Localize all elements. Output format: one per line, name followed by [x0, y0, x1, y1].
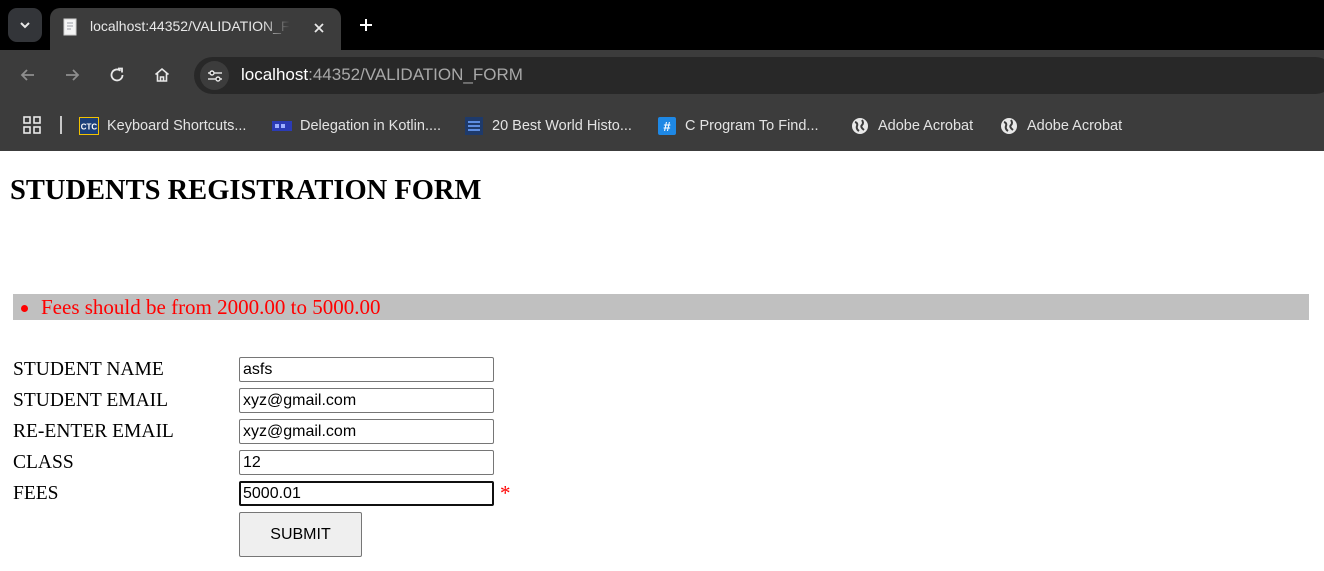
hash-icon: #	[657, 116, 677, 136]
apps-grid-icon[interactable]	[22, 115, 42, 135]
bookmark-label: 20 Best World Histo...	[492, 118, 632, 134]
bookmark-item[interactable]: Delegation in Kotlin....	[272, 114, 441, 138]
plus-icon	[360, 19, 372, 31]
bookmark-item[interactable]: # C Program To Find...	[657, 114, 819, 138]
submit-button[interactable]: SUBMIT	[239, 512, 362, 557]
bookmark-item[interactable]: Adobe Acrobat	[850, 114, 973, 138]
bookmark-item[interactable]: Adobe Acrobat	[999, 114, 1122, 138]
browser-tab-strip: localhost:44352/VALIDATION_FORM	[0, 0, 1324, 50]
url-path: :44352/VALIDATION_FORM	[308, 65, 523, 84]
bookmark-label: C Program To Find...	[685, 118, 819, 134]
bookmarks-divider	[60, 116, 62, 134]
site-info-button[interactable]	[200, 61, 229, 90]
browser-toolbar: localhost:44352/VALIDATION_FORM	[0, 50, 1324, 100]
tune-icon	[207, 69, 222, 82]
reenter-email-input[interactable]	[239, 419, 494, 444]
arrow-left-icon	[20, 69, 34, 81]
tab-close-button[interactable]	[307, 16, 331, 40]
tab-title: localhost:44352/VALIDATION_FORM	[90, 18, 290, 34]
ctc-icon: CTC	[79, 116, 99, 136]
class-input[interactable]	[239, 450, 494, 475]
close-icon	[314, 23, 324, 33]
bookmark-label: Keyboard Shortcuts...	[107, 118, 247, 134]
bookmark-label: Adobe Acrobat	[1027, 118, 1123, 134]
svg-text:CTC: CTC	[81, 123, 98, 132]
back-button[interactable]	[14, 61, 42, 89]
validation-error-item: Fees should be from 2000.00 to 5000.00	[20, 295, 381, 319]
page-title: STUDENTS REGISTRATION FORM	[10, 175, 482, 206]
svg-text:#: #	[663, 119, 671, 134]
bookmark-item[interactable]: 20 Best World Histo...	[464, 114, 632, 138]
student-email-label: STUDENT EMAIL	[13, 390, 169, 411]
tab-search-button[interactable]	[8, 8, 42, 42]
address-bar[interactable]: localhost:44352/VALIDATION_FORM	[194, 57, 1324, 94]
globe-icon	[850, 116, 870, 136]
bookmark-item[interactable]: CTC Keyboard Shortcuts...	[79, 114, 246, 138]
page-icon	[63, 18, 77, 36]
browser-tab[interactable]: localhost:44352/VALIDATION_FORM	[50, 8, 341, 50]
home-icon	[154, 67, 170, 82]
new-tab-button[interactable]	[352, 11, 380, 39]
student-email-input[interactable]	[239, 388, 494, 413]
url-host: localhost	[241, 65, 309, 84]
arrow-right-icon	[66, 69, 80, 81]
forward-button[interactable]	[58, 61, 86, 89]
fees-input[interactable]	[239, 481, 494, 506]
url-text: localhost:44352/VALIDATION_FORM	[241, 65, 523, 85]
validation-summary: Fees should be from 2000.00 to 5000.00	[13, 294, 1309, 320]
class-label: CLASS	[13, 452, 74, 473]
chevron-down-icon	[20, 22, 30, 29]
reload-icon	[110, 67, 124, 82]
student-name-input[interactable]	[239, 357, 494, 382]
reload-button[interactable]	[103, 61, 131, 89]
fees-error-marker: *	[500, 481, 511, 505]
student-name-label: STUDENT NAME	[13, 359, 164, 380]
list-icon	[464, 116, 484, 136]
fees-label: FEES	[13, 483, 59, 504]
site-icon	[272, 116, 292, 136]
bookmark-label: Adobe Acrobat	[878, 118, 974, 134]
bookmark-label: Delegation in Kotlin....	[300, 118, 442, 134]
reenter-email-label: RE-ENTER EMAIL	[13, 421, 174, 442]
home-button[interactable]	[148, 61, 176, 89]
globe-icon	[999, 116, 1019, 136]
